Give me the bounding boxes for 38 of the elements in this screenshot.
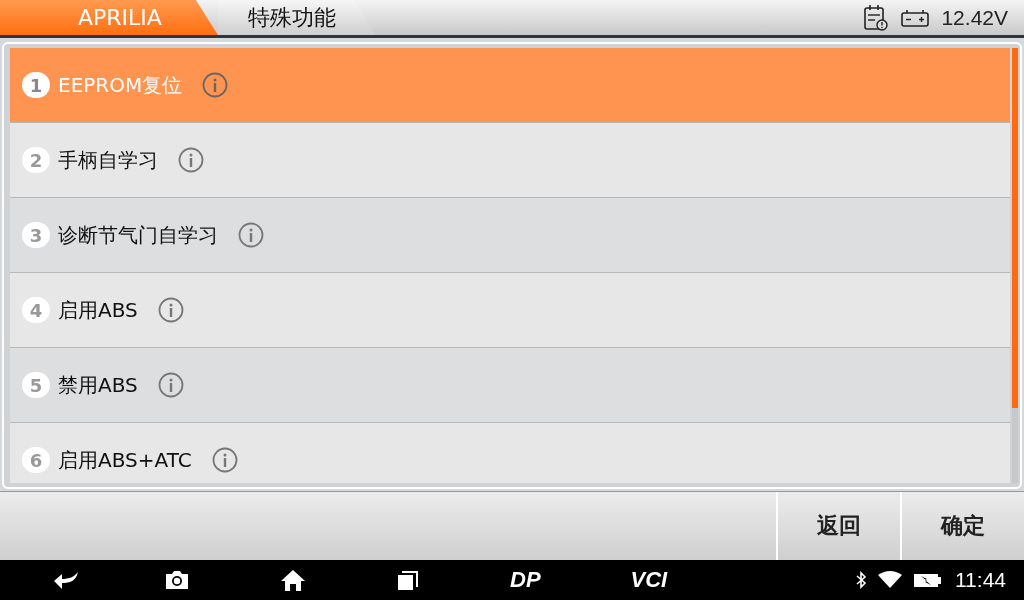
battery-voltage: 12.42V (941, 5, 1008, 30)
item-number: 3 (22, 222, 50, 248)
function-item[interactable]: 4 启用ABS (10, 273, 1010, 348)
battery-icon (901, 8, 930, 27)
camera-icon[interactable] (164, 569, 190, 591)
item-label: 启用ABS+ATC (58, 446, 192, 474)
item-number: 1 (22, 72, 50, 98)
item-label: 禁用ABS (58, 371, 138, 399)
dp-button[interactable]: DP (510, 567, 541, 593)
info-icon[interactable] (238, 222, 264, 248)
item-number: 5 (22, 372, 50, 398)
bluetooth-icon (855, 571, 867, 589)
item-number: 6 (22, 447, 50, 473)
vci-button[interactable]: VCI (630, 567, 668, 593)
info-icon[interactable] (178, 147, 204, 173)
clock: 11:44 (955, 568, 1006, 592)
scrollbar-thumb[interactable] (1012, 48, 1018, 408)
info-icon[interactable] (211, 447, 238, 473)
function-item[interactable]: 1 EEPROM复位 (10, 48, 1010, 123)
item-label: 启用ABS (58, 296, 138, 324)
home-icon[interactable] (280, 568, 306, 592)
function-item[interactable]: 2 手柄自学习 (10, 123, 1010, 198)
item-number: 2 (22, 147, 50, 173)
wifi-icon (877, 571, 903, 589)
battery-charging-icon (913, 572, 941, 588)
info-icon[interactable] (202, 72, 229, 98)
item-number: 4 (22, 297, 50, 323)
function-item[interactable]: 5 禁用ABS (10, 348, 1010, 423)
item-label: 诊断节气门自学习 (58, 221, 218, 249)
function-item[interactable]: 3 诊断节气门自学习 (10, 198, 1010, 273)
item-label: 手柄自学习 (58, 146, 158, 174)
function-item[interactable]: 6 启用ABS+ATC (10, 423, 1010, 483)
item-label: EEPROM复位 (58, 71, 183, 99)
calendar-alert-icon[interactable] (863, 3, 890, 32)
recent-apps-icon[interactable] (396, 569, 420, 591)
scrollbar[interactable] (1012, 48, 1018, 483)
info-icon[interactable] (157, 297, 184, 323)
info-icon[interactable] (157, 372, 184, 398)
